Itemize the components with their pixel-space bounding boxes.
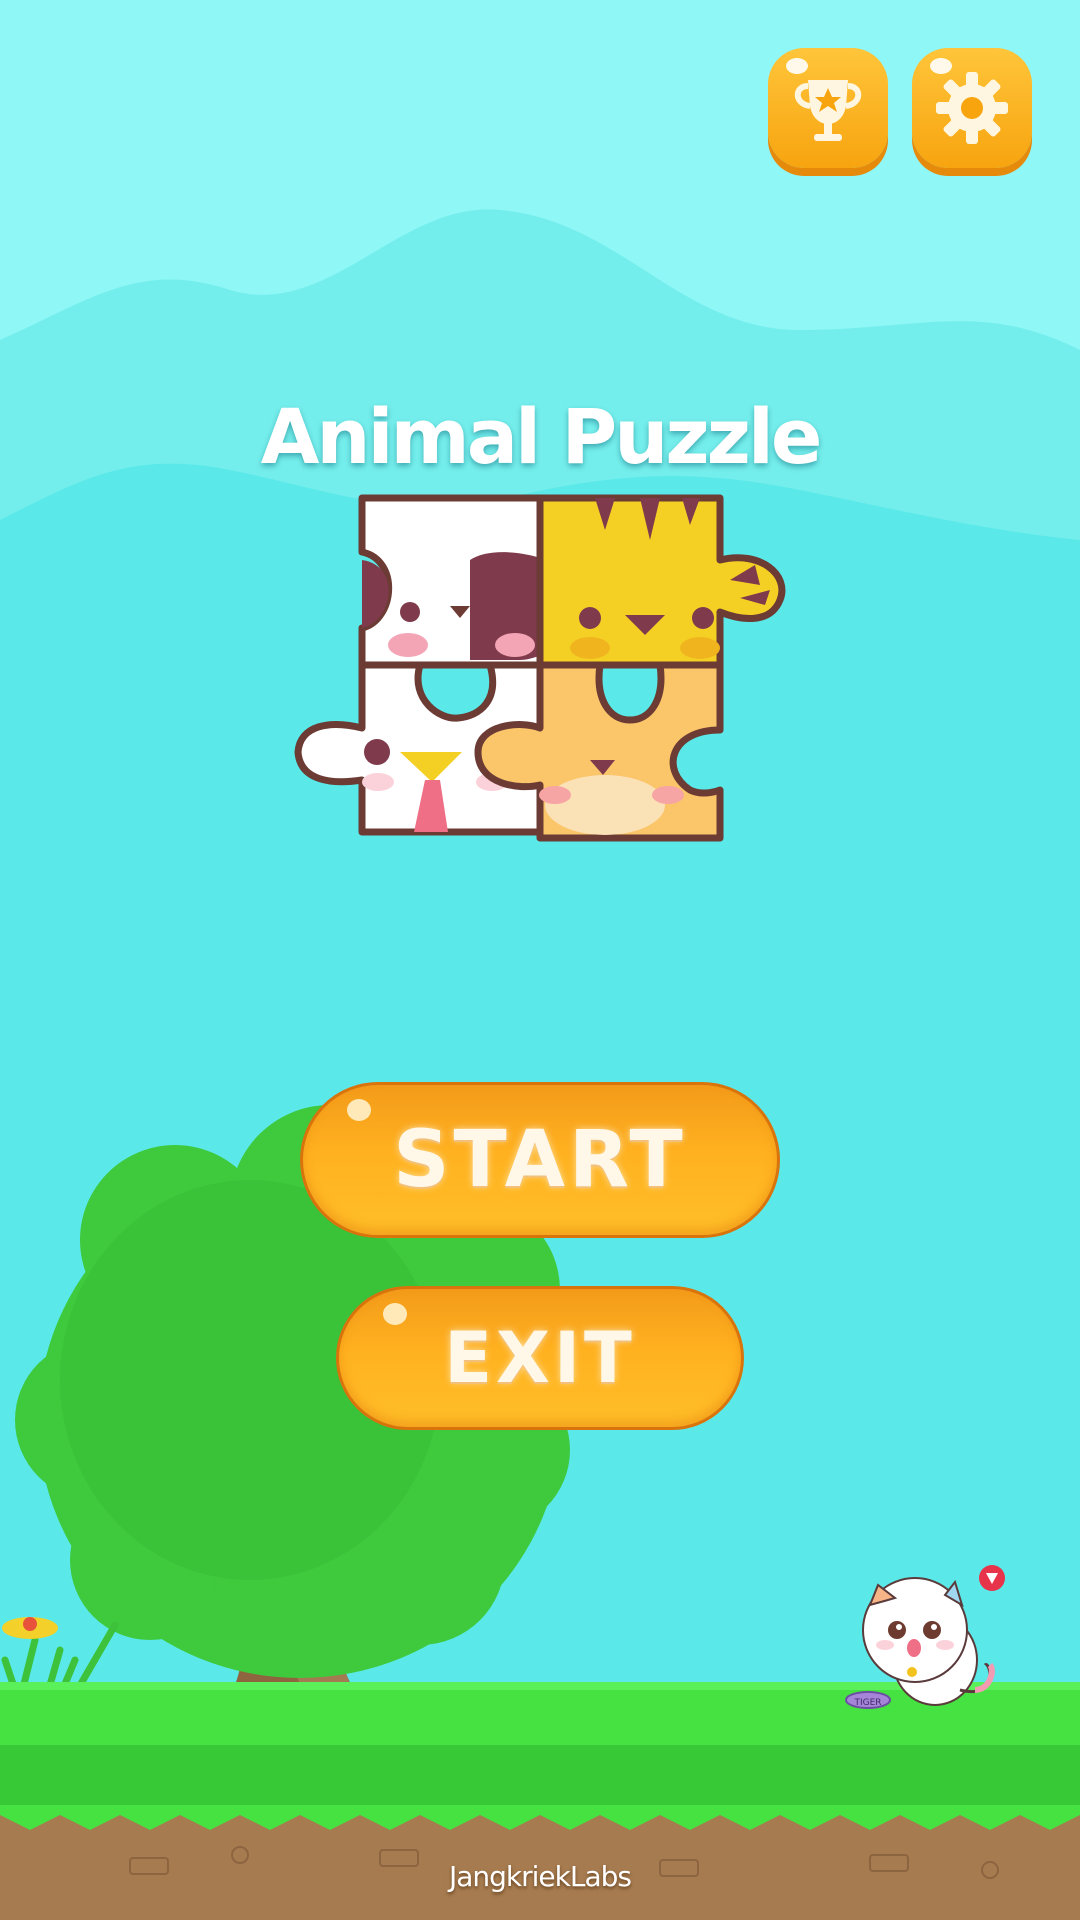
trophy-button[interactable] (768, 48, 888, 168)
start-button[interactable]: START (300, 1082, 780, 1238)
settings-button[interactable] (912, 48, 1032, 168)
bowl-label: TIGER (853, 1698, 881, 1708)
start-button-label: START (393, 1115, 687, 1205)
brand-label: JangkriekLabs (448, 1860, 632, 1893)
trophy-icon (794, 80, 862, 141)
ad-badge-icon[interactable] (979, 1565, 1005, 1591)
gear-icon (936, 72, 1008, 144)
exit-button[interactable]: EXIT (336, 1286, 744, 1430)
exit-button-label: EXIT (444, 1317, 636, 1399)
background-scene: TIGER (0, 0, 1080, 1920)
game-title: Animal Puzzle (260, 392, 823, 481)
